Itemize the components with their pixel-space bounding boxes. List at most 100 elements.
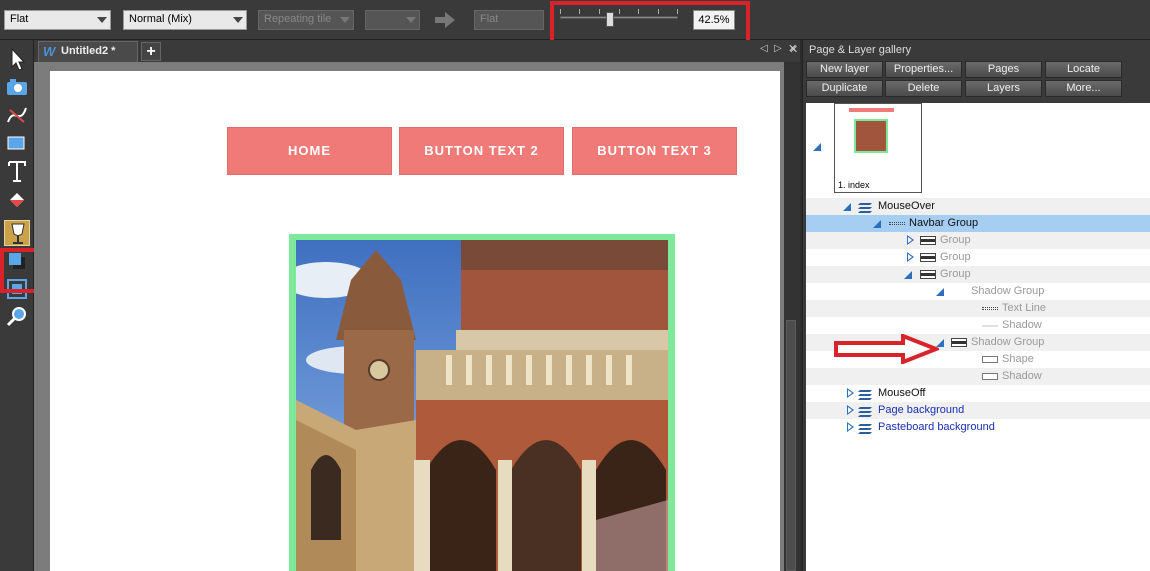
tree-label: Shape [1002, 353, 1034, 365]
page-layer-gallery: Page & Layer gallery ✕ New layer Propert… [789, 40, 1150, 571]
expand-page-icon[interactable] [813, 143, 821, 151]
tree-label: Text Line [1002, 302, 1047, 314]
tree-label: Shadow Group [971, 285, 1045, 297]
rectangle-tool[interactable] [4, 130, 30, 156]
tree-row-shadow-group[interactable]: Shadow Group [806, 283, 1150, 300]
arrow-right-icon[interactable] [434, 11, 456, 29]
shape-icon [982, 356, 998, 363]
shape-icon [982, 373, 998, 380]
layer-icon [858, 387, 874, 400]
tiling-value: Repeating tile [264, 13, 332, 25]
layers-button[interactable]: Layers [965, 80, 1042, 97]
expander-icon[interactable] [843, 203, 851, 211]
tree-label: Navbar Group [909, 217, 979, 229]
tree-row-group[interactable]: Group [806, 249, 1150, 266]
selector-tool[interactable] [4, 46, 30, 72]
blend-mode-select[interactable]: Normal (Mix) [123, 10, 247, 30]
top-toolbar: Flat Normal (Mix) Repeating tile Flat 42… [0, 0, 1150, 47]
fill-style-value: Flat [10, 13, 29, 25]
nav-button-3[interactable]: BUTTON TEXT 3 [572, 127, 737, 175]
expander-icon[interactable] [847, 422, 854, 432]
close-icon[interactable]: ✕ [789, 43, 798, 56]
tree-row-mouseover[interactable]: MouseOver [806, 198, 1150, 215]
camera-icon [7, 79, 27, 95]
locate-button[interactable]: Locate [1045, 61, 1122, 78]
fill-style-select[interactable]: Flat [4, 10, 111, 30]
tab-untitled2[interactable]: W Untitled2 * [38, 41, 138, 62]
gallery-title: Page & Layer gallery [809, 44, 912, 56]
layer-icon [858, 200, 874, 213]
tree-row-navbar-group[interactable]: Navbar Group [806, 215, 1150, 232]
arrow-pointer-icon [11, 47, 26, 71]
tree-label: Group [940, 268, 971, 280]
expander-icon[interactable] [904, 271, 912, 279]
group-icon [920, 253, 936, 262]
expander-icon[interactable] [936, 288, 944, 296]
expander-icon[interactable] [847, 388, 854, 398]
text-tool[interactable] [4, 158, 30, 184]
shadow-icon [982, 325, 998, 327]
tree-row-shadow[interactable]: Shadow [806, 368, 1150, 385]
chevron-down-icon [233, 17, 243, 23]
color-swatch-select[interactable] [365, 10, 420, 30]
page-thumbnail-label: 1. index [838, 180, 870, 190]
group-icon [920, 236, 936, 245]
tree-label: Shadow Group [971, 336, 1045, 348]
tree-row-page-background[interactable]: Page background [806, 402, 1150, 419]
new-tab-button[interactable]: + [141, 42, 161, 61]
page-thumbnail[interactable]: 1. index [834, 103, 922, 193]
layer-icon [858, 421, 874, 434]
fill-tool[interactable] [4, 186, 30, 212]
tree-label: Shadow [1002, 319, 1042, 331]
vertical-scrollbar-thumb[interactable] [786, 320, 796, 571]
document-canvas[interactable]: HOME BUTTON TEXT 2 BUTTON TEXT 3 [34, 62, 784, 571]
expander-icon[interactable] [847, 405, 854, 415]
document-tab-bar: W Untitled2 * + ◁ ▷ ✕ [34, 40, 800, 62]
transparency-tool[interactable] [4, 220, 30, 246]
properties-button[interactable]: Properties... [885, 61, 962, 78]
red-arrow-annotation [834, 334, 939, 364]
thumb-navbar [849, 108, 894, 112]
tree-row-text-line[interactable]: Text Line [806, 300, 1150, 317]
nav-button-home[interactable]: HOME [227, 127, 392, 175]
new-layer-button[interactable]: New layer [806, 61, 883, 78]
tree-label: Shadow [1002, 370, 1042, 382]
tiling-select[interactable]: Repeating tile [258, 10, 354, 30]
layer-icon [858, 404, 874, 417]
chevron-down-icon [97, 17, 107, 23]
zoom-tool[interactable] [4, 304, 30, 330]
wine-glass-icon [11, 223, 25, 244]
tree-row-mouseoff[interactable]: MouseOff [806, 385, 1150, 402]
tree-row-shadow[interactable]: Shadow [806, 317, 1150, 334]
profile-value: Flat [480, 13, 499, 25]
profile-select[interactable]: Flat [474, 10, 544, 30]
photo-frame[interactable] [281, 234, 675, 571]
page[interactable]: HOME BUTTON TEXT 2 BUTTON TEXT 3 [50, 71, 780, 571]
pages-button[interactable]: Pages [965, 61, 1042, 78]
more-button[interactable]: More... [1045, 80, 1122, 97]
duplicate-button[interactable]: Duplicate [806, 80, 883, 97]
tree-label: MouseOver [878, 200, 935, 212]
paint-bucket-icon [10, 193, 24, 207]
rectangle-icon [7, 136, 25, 150]
tree-row-group[interactable]: Group [806, 232, 1150, 249]
photo-tool[interactable] [4, 74, 30, 100]
tree-label: Group [940, 234, 971, 246]
tree-row-pasteboard-background[interactable]: Pasteboard background [806, 419, 1150, 436]
delete-button[interactable]: Delete [885, 80, 962, 97]
tree-row-group[interactable]: Group [806, 266, 1150, 283]
nav-button-2[interactable]: BUTTON TEXT 2 [399, 127, 564, 175]
tab-next-icon[interactable]: ▷ [774, 43, 782, 54]
group-icon [951, 338, 967, 347]
expander-icon[interactable] [907, 252, 914, 262]
magnifier-icon [6, 307, 26, 327]
chevron-down-icon [406, 17, 416, 23]
freehand-tool[interactable] [4, 102, 30, 128]
expander-icon[interactable] [907, 235, 914, 245]
tree-label: Page background [878, 404, 965, 416]
expander-icon[interactable] [873, 220, 881, 228]
tree-label: Group [940, 251, 971, 263]
building-photo [281, 240, 668, 571]
pen-curve-icon [7, 107, 27, 123]
tab-prev-icon[interactable]: ◁ [760, 43, 768, 54]
